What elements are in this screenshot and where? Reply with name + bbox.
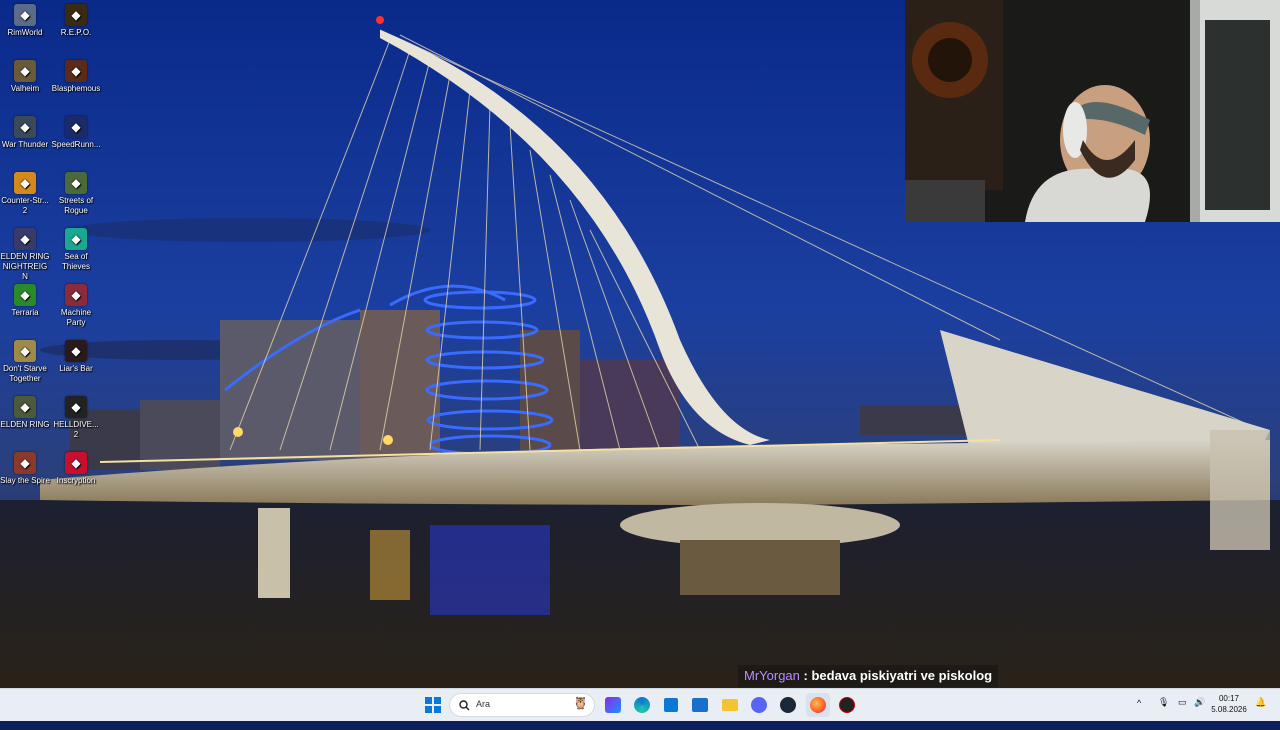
terraria-icon: ◆ [14,284,36,306]
taskbar: Ara 🦉 ^ 🎙 ▭ 🔊 00:17 5.08.2026 🔔 [0,688,1280,721]
desktop-shortcut-label: Counter-Str... 2 [1,196,49,215]
search-icon [459,700,470,711]
inscryption-icon: ◆ [65,452,87,474]
search-placeholder: Ara [476,699,491,709]
clock-time: 00:17 [1218,694,1240,703]
outlook-icon[interactable] [688,693,712,717]
start-icon[interactable] [421,693,445,717]
dont-starve-icon: ◆ [14,340,36,362]
desktop-shortcut[interactable]: ◆ R.E.P.O. [51,0,101,38]
app-icon[interactable] [835,693,859,717]
speedrunners-icon: ◆ [65,116,87,138]
desktop-shortcut[interactable]: ◆ SpeedRunn... [51,112,101,150]
desktop-shortcut-label: Streets of Rogue [58,196,94,215]
desktop-shortcut-label: R.E.P.O. [60,28,92,37]
desktop-shortcut-label: Sea of Thieves [61,252,90,271]
desktop-shortcut[interactable]: ◆ Streets of Rogue [51,168,101,216]
desktop-shortcut-label: War Thunder [1,140,49,149]
desktop-shortcut[interactable]: ◆ Blasphemous [51,56,101,94]
rimworld-icon: ◆ [14,4,36,26]
file-explorer-icon[interactable] [718,693,742,717]
liars-bar-icon: ◆ [65,340,87,362]
chat-message: MrYorgan : bedava piskiyatri ve piskolog [738,665,999,687]
desktop-shortcut[interactable]: ◆ Slay the Spire [0,448,50,486]
search-box[interactable]: Ara 🦉 [449,693,595,717]
desktop-shortcut-label: Valheim [10,84,40,93]
desktop-shortcut-label: RimWorld [7,28,43,37]
webcam-overlay [905,0,1280,222]
clock[interactable]: 00:17 5.08.2026 [1210,693,1248,715]
helldivers-icon: ◆ [65,396,87,418]
discord-icon[interactable] [747,693,771,717]
slay-the-spire-icon: ◆ [14,452,36,474]
desktop-shortcut-label: HELLDIVE... 2 [53,420,99,439]
war-thunder-icon: ◆ [14,116,36,138]
search-highlight-icon: 🦉 [573,696,588,710]
network-icon[interactable]: ▭ [1178,697,1187,729]
desktop-shortcut-label: Machine Party [60,308,92,327]
desktop-shortcut[interactable]: ◆ Inscryption [51,448,101,486]
desktop-shortcut[interactable]: ◆ HELLDIVE... 2 [51,392,101,440]
desktop-shortcut[interactable]: ◆ Don't Starve Together [0,336,50,384]
streets-of-rogue-icon: ◆ [65,172,87,194]
microphone-icon[interactable]: 🎙 [1158,697,1169,729]
chevron-up-icon[interactable]: ^ [1137,698,1141,730]
desktop-shortcut-label: Slay the Spire [0,476,50,485]
desktop-shortcut-label: ELDEN RING NIGHTREIGN [0,252,50,281]
desktop-shortcut-label: Terraria [11,308,39,317]
elden-ring-icon: ◆ [14,396,36,418]
widgets-icon[interactable] [601,693,625,717]
volume-icon[interactable]: 🔊 [1194,697,1205,729]
elden-ring-nightreign-icon: ◆ [14,228,36,250]
desktop-shortcut[interactable]: ◆ Terraria [0,280,50,318]
desktop-shortcut[interactable]: ◆ Liar's Bar [51,336,101,374]
desktop-shortcut-label: Don't Starve Together [3,364,47,383]
chat-separator: : [799,668,812,683]
firefox-icon[interactable] [806,693,830,717]
desktop-shortcut-label: ELDEN RING [0,420,50,429]
desktop-shortcut-label: SpeedRunn... [51,140,101,149]
desktop-shortcut[interactable]: ◆ Counter-Str... 2 [0,168,50,216]
counter-strike-icon: ◆ [14,172,36,194]
desktop-shortcut-label: Blasphemous [51,84,101,93]
edge-icon[interactable] [630,693,654,717]
steam-icon[interactable] [776,693,800,717]
notification-icon[interactable]: 🔔 [1255,697,1266,729]
desktop-shortcut[interactable]: ◆ ELDEN RING [0,392,50,430]
blasphemous-icon: ◆ [65,60,87,82]
chat-text: bedava piskiyatri ve piskolog [811,668,993,683]
desktop-shortcut-label: Inscryption [56,476,96,485]
desktop-shortcut[interactable]: ◆ Machine Party [51,280,101,328]
valheim-icon: ◆ [14,60,36,82]
store-icon[interactable] [659,693,683,717]
clock-date: 5.08.2026 [1211,705,1247,714]
desktop-shortcut[interactable]: ◆ War Thunder [0,112,50,150]
desktop-shortcut[interactable]: ◆ RimWorld [0,0,50,38]
desktop-shortcut[interactable]: ◆ ELDEN RING NIGHTREIGN [0,224,50,282]
desktop-icon-area: ◆ RimWorld ◆ R.E.P.O. ◆ Valheim ◆ Blasphemous ◆ W… [0,0,104,688]
machine-party-icon: ◆ [65,284,87,306]
desktop-shortcut[interactable]: ◆ Valheim [0,56,50,94]
repo-icon: ◆ [65,4,87,26]
desktop-shortcut-label: Liar's Bar [59,364,93,373]
chat-username: MrYorgan [744,668,800,683]
sea-of-thieves-icon: ◆ [65,228,87,250]
desktop-shortcut[interactable]: ◆ Sea of Thieves [51,224,101,272]
